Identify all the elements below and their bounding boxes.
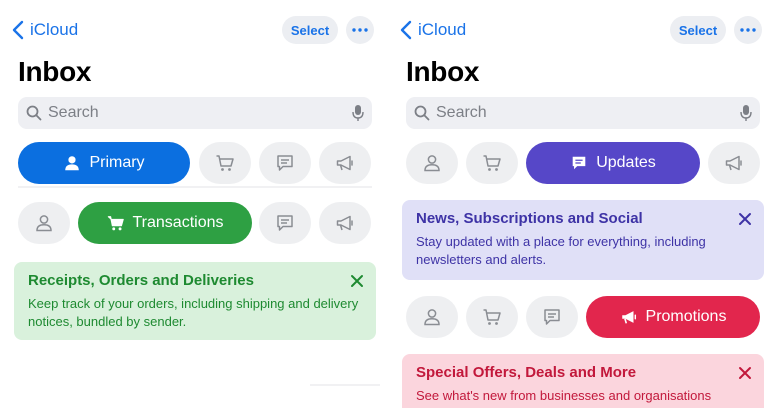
megaphone-icon — [621, 311, 636, 324]
tab-transactions[interactable] — [199, 142, 251, 184]
tab-transactions-label: Transactions — [132, 214, 224, 231]
tab-updates[interactable] — [259, 202, 311, 244]
select-button[interactable]: Select — [282, 16, 338, 44]
search-icon — [26, 105, 42, 121]
person-icon — [65, 156, 80, 171]
card-title: Special Offers, Deals and More — [416, 364, 637, 381]
microphone-icon[interactable] — [740, 104, 752, 122]
chevron-left-icon — [12, 20, 24, 40]
tab-transactions[interactable]: Transactions — [78, 202, 252, 244]
cart-icon — [107, 216, 124, 231]
search-input[interactable]: Search — [18, 97, 372, 129]
ellipsis-icon — [352, 28, 368, 32]
microphone-icon[interactable] — [352, 104, 364, 122]
search-placeholder: Search — [48, 104, 99, 121]
person-icon — [424, 309, 440, 326]
tab-primary-label: Primary — [89, 154, 145, 171]
tab-updates-label: Updates — [596, 154, 656, 171]
left-screen: iCloud Select Inbox Search Primary Trans… — [10, 0, 382, 408]
person-icon — [36, 215, 52, 232]
message-icon — [572, 156, 586, 170]
card-description: Stay updated with a place for everything… — [416, 234, 706, 267]
megaphone-icon — [336, 215, 353, 231]
search-placeholder: Search — [436, 104, 487, 121]
divider — [18, 186, 372, 188]
card-description: Keep track of your orders, including shi… — [28, 296, 359, 329]
card-title: News, Subscriptions and Social — [416, 210, 643, 227]
cart-icon — [483, 155, 501, 171]
category-info-card: Special Offers, Deals and More See what'… — [402, 354, 764, 408]
tab-promotions[interactable] — [319, 142, 371, 184]
tab-promotions-label: Promotions — [645, 308, 727, 325]
tab-primary[interactable] — [406, 296, 458, 338]
tab-primary[interactable]: Primary — [18, 142, 190, 184]
back-label: iCloud — [30, 20, 79, 39]
tab-primary[interactable] — [18, 202, 70, 244]
person-icon — [424, 155, 440, 172]
category-tabs: Primary — [18, 142, 378, 184]
select-button[interactable]: Select — [670, 16, 726, 44]
message-icon — [277, 155, 293, 171]
tab-transactions[interactable] — [466, 296, 518, 338]
tab-transactions[interactable] — [466, 142, 518, 184]
message-icon — [544, 309, 560, 325]
message-icon — [277, 215, 293, 231]
close-icon[interactable] — [738, 366, 752, 380]
megaphone-icon — [336, 155, 353, 171]
chevron-left-icon — [400, 20, 412, 40]
category-info-card: Receipts, Orders and Deliveries Keep tra… — [14, 262, 376, 340]
category-tabs: Promotions — [406, 296, 766, 338]
card-description: See what's new from businesses and organ… — [416, 388, 712, 403]
category-info-card: News, Subscriptions and Social Stay upda… — [402, 200, 764, 280]
tab-primary[interactable] — [406, 142, 458, 184]
tab-updates[interactable]: Updates — [526, 142, 700, 184]
card-title: Receipts, Orders and Deliveries — [28, 272, 254, 289]
close-icon[interactable] — [350, 274, 364, 288]
more-button[interactable] — [734, 16, 762, 44]
back-label: iCloud — [418, 20, 467, 39]
cart-icon — [216, 155, 234, 171]
close-icon[interactable] — [738, 212, 752, 226]
category-tabs: Updates — [406, 142, 766, 184]
tab-promotions[interactable] — [319, 202, 371, 244]
tab-promotions[interactable]: Promotions — [586, 296, 760, 338]
page-title: Inbox — [18, 56, 92, 87]
page-title: Inbox — [406, 56, 480, 87]
tab-promotions[interactable] — [708, 142, 760, 184]
more-button[interactable] — [346, 16, 374, 44]
category-tabs: Transactions — [18, 202, 378, 244]
tab-updates[interactable] — [526, 296, 578, 338]
tab-updates[interactable] — [259, 142, 311, 184]
right-screen: iCloud Select Inbox Search Updates News,… — [398, 0, 770, 408]
search-input[interactable]: Search — [406, 97, 760, 129]
cart-icon — [483, 309, 501, 325]
search-icon — [414, 105, 430, 121]
back-button[interactable]: iCloud — [12, 20, 78, 40]
divider — [310, 384, 380, 386]
back-button[interactable]: iCloud — [400, 20, 466, 40]
ellipsis-icon — [740, 28, 756, 32]
megaphone-icon — [725, 155, 742, 171]
